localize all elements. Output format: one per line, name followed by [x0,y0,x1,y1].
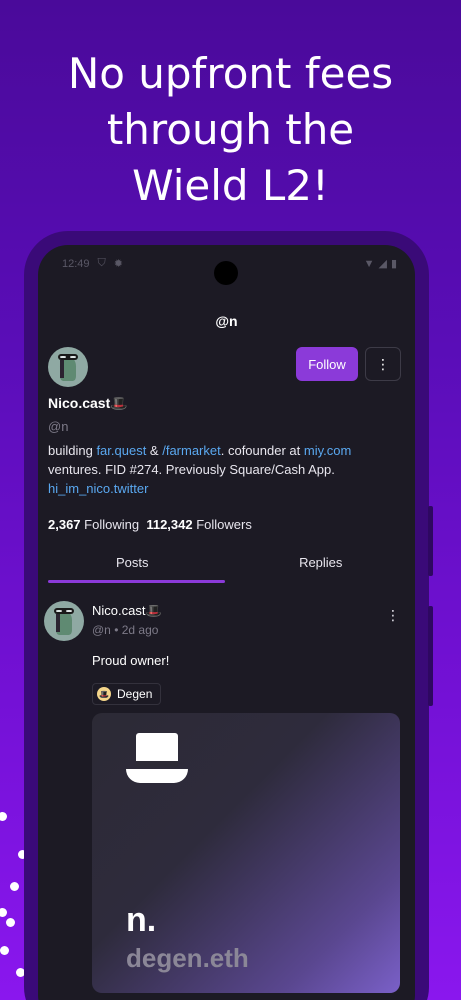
headline-line-2: through the [106,105,355,154]
profile-handle: @n [48,419,69,434]
active-tab-indicator [48,580,225,583]
followers-label[interactable]: Followers [196,517,252,532]
post-author-name[interactable]: Nico.cast🎩 [92,603,162,619]
wifi-icon: ▼ [363,257,375,270]
shield-icon: ⛉ [97,257,106,269]
link-far-quest[interactable]: far.quest [96,443,146,458]
settings-icon: ✹ [113,258,123,270]
camera-cutout [214,261,238,285]
avatar[interactable] [48,347,88,387]
following-count[interactable]: 2,367 [48,517,81,532]
followers-count[interactable]: 112,342 [146,517,192,532]
profile-tabs: Posts Replies [38,547,415,583]
follow-counts: 2,367 Following 112,342 Followers [48,517,252,532]
post-meta: @n • 2d ago [92,623,159,637]
post-menu-icon[interactable]: ⋮ [386,607,400,624]
degen-hat-icon: 🎩 [97,687,111,701]
profile-bio: building far.quest & /farmarket. cofound… [48,443,352,496]
link-miy[interactable]: miy.com [304,443,351,458]
status-bar: 12:49 ⛉ ✹ ▼ ◢ ▮ [38,255,415,285]
tab-replies[interactable]: Replies [227,547,416,579]
volume-button [428,506,433,576]
link-farmarket[interactable]: /farmarket [162,443,221,458]
phone-frame: 12:49 ⛉ ✹ ▼ ◢ ▮ @n Follow ⋮ Nico.cast🎩 @… [24,231,433,1000]
top-hat-icon [126,733,188,787]
app-screen: 12:49 ⛉ ✹ ▼ ◢ ▮ @n Follow ⋮ Nico.cast🎩 @… [38,245,415,1000]
page-title: @n [215,313,238,329]
promo-headline: No upfront fees through the Wield L2! [0,46,461,214]
headline-line-1: No upfront fees [67,49,394,98]
headline-line-3: Wield L2! [132,161,329,210]
profile-name: Nico.cast🎩 [48,395,128,411]
link-twitter[interactable]: hi_im_nico.twitter [48,481,148,496]
post-avatar[interactable] [44,601,84,641]
more-options-button[interactable]: ⋮ [365,347,401,381]
channel-tag[interactable]: 🎩 Degen [92,683,162,705]
nft-domain: degen.eth [126,943,249,973]
nft-initial: n. [126,901,157,939]
post-text: Proud owner! [92,653,170,668]
following-label[interactable]: Following [84,517,139,532]
power-button [428,606,433,706]
nft-image[interactable]: n. degen.eth [92,713,400,993]
signal-icon: ◢ [378,258,387,270]
tab-posts[interactable]: Posts [38,547,227,579]
channel-label: Degen [117,687,153,701]
follow-button[interactable]: Follow [296,347,358,381]
clock: 12:49 [62,257,90,270]
battery-icon: ▮ [390,258,397,270]
